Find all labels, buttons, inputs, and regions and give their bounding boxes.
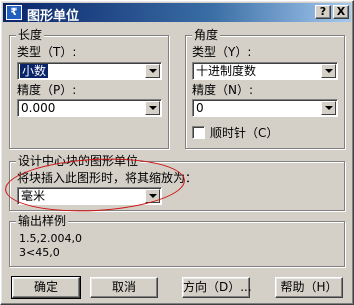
- clockwise-checkbox[interactable]: [192, 126, 205, 139]
- chevron-down-icon[interactable]: [145, 64, 160, 78]
- length-type-value: 小数: [20, 64, 49, 78]
- length-precision-select[interactable]: 0.000: [17, 99, 162, 117]
- cancel-button[interactable]: 取消: [90, 277, 158, 298]
- app-icon: ₹: [6, 5, 22, 20]
- angle-precision-value: 0: [196, 101, 204, 115]
- angle-precision-select[interactable]: 0: [192, 99, 338, 117]
- window-title: 图形单位: [27, 9, 80, 24]
- units-dialog: ₹ 图形单位 ? X 长度 类型（T）: 小数 精度（P）: 0.000 角度 …: [0, 0, 354, 305]
- output-sample-line-1: 1.5,2.004,0: [19, 232, 82, 245]
- length-group-label: 长度: [16, 28, 45, 42]
- length-type-label: 类型（T）:: [17, 45, 77, 59]
- output-sample-group-label: 输出样例: [16, 214, 69, 228]
- length-type-select[interactable]: 小数: [17, 62, 162, 80]
- length-precision-value: 0.000: [21, 101, 56, 115]
- clockwise-label[interactable]: 顺时针（C）: [210, 126, 278, 140]
- insertion-unit-select[interactable]: 毫米: [17, 187, 162, 205]
- length-precision-label: 精度（P）:: [17, 83, 77, 97]
- direction-button[interactable]: 方向（D）...: [182, 277, 252, 298]
- chevron-down-icon[interactable]: [145, 101, 160, 115]
- angle-group-label: 角度: [192, 28, 221, 42]
- angle-type-select[interactable]: 十进制度数: [192, 62, 338, 80]
- chevron-down-icon[interactable]: [145, 189, 160, 203]
- help-title-button[interactable]: ?: [315, 5, 331, 19]
- close-button[interactable]: X: [333, 5, 349, 19]
- chevron-down-icon[interactable]: [321, 101, 336, 115]
- help-button[interactable]: 帮助（H）: [275, 277, 343, 298]
- angle-precision-label: 精度（N）:: [192, 83, 254, 97]
- ok-button[interactable]: 确定: [11, 276, 81, 299]
- chevron-down-icon[interactable]: [321, 64, 336, 78]
- title-bar[interactable]: ₹ 图形单位 ? X: [3, 3, 351, 24]
- insertion-unit-value: 毫米: [21, 189, 46, 203]
- insertion-scale-group-label: 设计中心块的图形单位: [16, 154, 141, 168]
- angle-type-value: 十进制度数: [196, 64, 257, 78]
- insertion-scale-description: 将块插入此图形时，将其缩放为：: [17, 171, 198, 185]
- output-sample-line-2: 3<45,0: [19, 246, 60, 259]
- angle-type-label: 类型（Y）:: [192, 45, 252, 59]
